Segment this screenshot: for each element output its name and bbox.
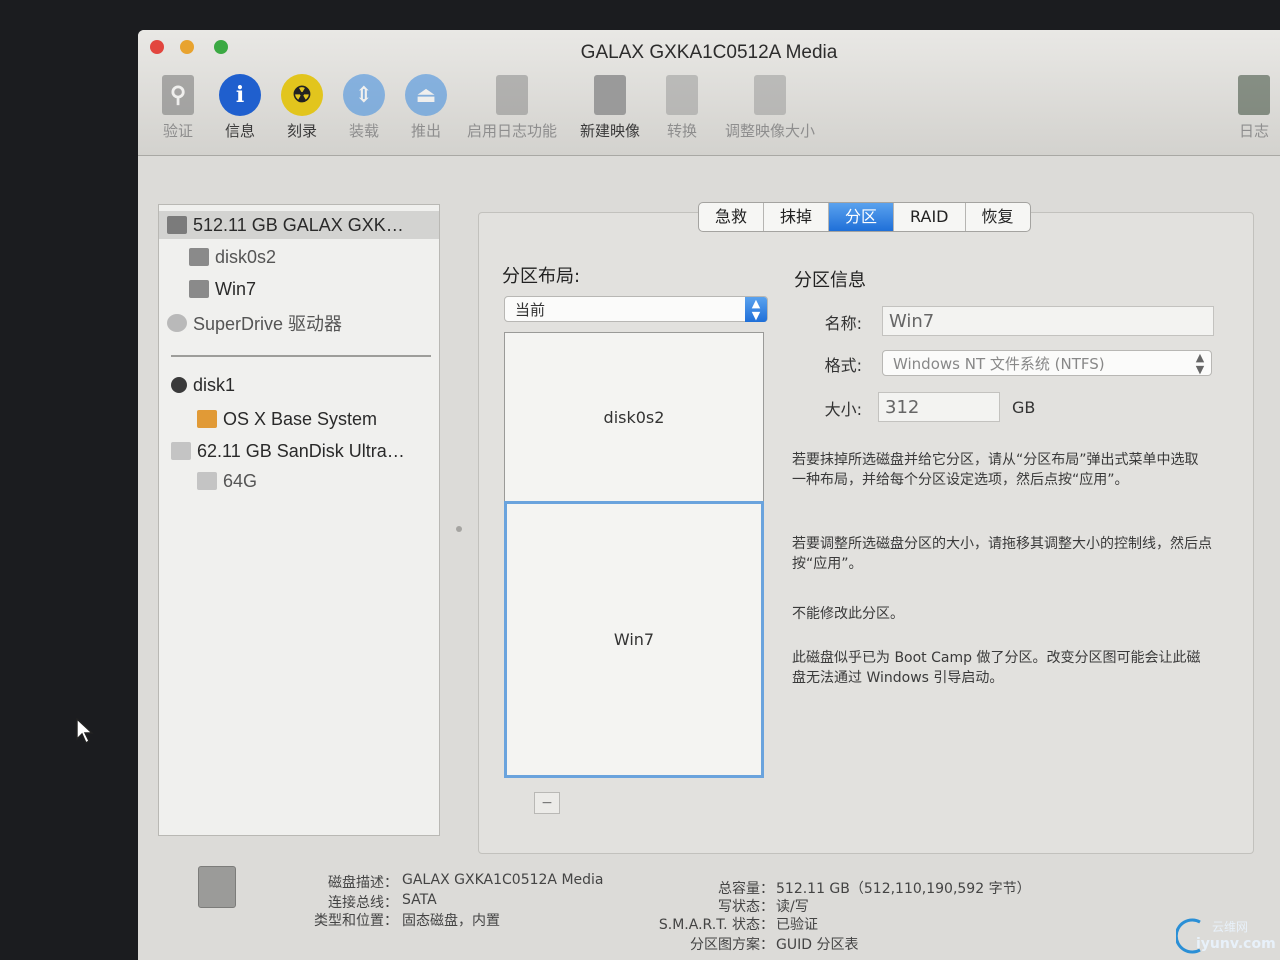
orange-volume-icon bbox=[197, 410, 217, 428]
usb-disk-icon bbox=[171, 442, 191, 460]
disk-sidebar[interactable]: 512.11 GB GALAX GXK… disk0s2 Win7 SuperD… bbox=[158, 204, 440, 836]
tab-bar: 急救 抹掉 分区 RAID 恢复 bbox=[698, 202, 1031, 232]
sidebar-item-sandisk[interactable]: 62.11 GB SanDisk Ultra… bbox=[171, 437, 405, 465]
write-status-label: 写状态： bbox=[718, 899, 774, 915]
watermark-line1: 云维网 bbox=[1212, 920, 1249, 934]
help-text-resize: 若要调整所选磁盘分区的大小，请拖移其调整大小的控制线，然后点按“应用”。 bbox=[792, 536, 1212, 572]
sidebar-item-os-x-base-system[interactable]: OS X Base System bbox=[197, 405, 377, 433]
partition-map[interactable]: disk0s2 Win7 bbox=[504, 332, 764, 778]
name-label: 名称: bbox=[824, 314, 862, 333]
sidebar-item-disk1[interactable]: disk1 bbox=[171, 371, 235, 399]
volume-icon bbox=[189, 248, 209, 266]
enable-journaling-icon-shape bbox=[496, 75, 528, 115]
sidebar-item-win7[interactable]: Win7 bbox=[189, 275, 256, 303]
capacity-label: 总容量： bbox=[718, 881, 774, 897]
tab-partition[interactable]: 分区 bbox=[829, 203, 895, 231]
format-select[interactable]: Windows NT 文件系统 (NTFS) ▲ ▼ bbox=[882, 350, 1212, 376]
size-label: 大小: bbox=[824, 400, 862, 419]
help-text-not-modifiable: 不能修改此分区。 bbox=[792, 606, 904, 622]
tab-restore[interactable]: 恢复 bbox=[966, 203, 1030, 231]
toolbar-label: 启用日志功能 bbox=[466, 122, 557, 140]
resize-image-icon bbox=[747, 72, 793, 118]
toolbar-label: 日志 bbox=[1238, 122, 1269, 140]
enable-journaling-icon bbox=[489, 72, 535, 118]
connection-bus-label: 连接总线： bbox=[328, 895, 398, 911]
partition-win7[interactable]: Win7 bbox=[504, 500, 764, 778]
toolbar-enable-journaling-button[interactable]: 启用日志功能 bbox=[462, 72, 562, 141]
toolbar-log-button[interactable]: 日志 bbox=[1204, 72, 1280, 141]
window-title: GALAX GXKA1C0512A Media bbox=[580, 42, 838, 63]
partition-scheme-label: 分区图方案： bbox=[690, 937, 774, 953]
help-text-erase: 若要抹掉所选磁盘并给它分区，请从“分区布局”弹出式菜单中选取一种布局，并给每个分… bbox=[792, 452, 1199, 488]
disk-footer-icon bbox=[198, 866, 236, 908]
disk-description-value: GALAX GXKA1C0512A Media bbox=[402, 872, 604, 888]
remove-partition-button[interactable]: − bbox=[534, 792, 560, 814]
type-location-label: 类型和位置： bbox=[314, 913, 398, 929]
sidebar-item-disk0s2[interactable]: disk0s2 bbox=[189, 243, 276, 271]
sidebar-item-galax-disk[interactable]: 512.11 GB GALAX GXK… bbox=[159, 211, 439, 239]
resize-image-icon-shape bbox=[754, 75, 786, 115]
log-icon-shape bbox=[1238, 75, 1270, 115]
size-field[interactable]: 312 bbox=[878, 392, 1000, 422]
convert-icon bbox=[659, 72, 705, 118]
toolbar-label: 调整映像大小 bbox=[724, 122, 815, 140]
mouse-cursor-icon bbox=[76, 718, 94, 744]
volume-icon bbox=[189, 280, 209, 298]
partition-disk0s2[interactable]: disk0s2 bbox=[505, 333, 763, 503]
format-label: 格式: bbox=[824, 356, 862, 375]
sidebar-item-superdrive[interactable]: SuperDrive 驱动器 bbox=[167, 309, 342, 337]
eject-icon: ⏏ bbox=[403, 72, 449, 118]
connection-bus-value: SATA bbox=[402, 892, 437, 908]
tab-raid[interactable]: RAID bbox=[894, 203, 966, 231]
internal-disk-icon bbox=[167, 216, 187, 234]
partition-layout-title: 分区布局: bbox=[502, 266, 581, 287]
watermark-line2: iyunv.com bbox=[1196, 936, 1276, 952]
sidebar-divider bbox=[171, 355, 431, 357]
new-image-icon bbox=[587, 72, 633, 118]
toolbar-label: 转换 bbox=[666, 122, 697, 140]
new-image-icon-shape bbox=[594, 75, 626, 115]
disk-description-label: 磁盘描述： bbox=[328, 875, 398, 891]
disk-image-icon bbox=[171, 377, 187, 393]
select-arrows-icon: ▲ ▼ bbox=[1195, 351, 1205, 376]
smart-status-value: 已验证 bbox=[776, 917, 818, 933]
toolbar-eject-button[interactable]: ⏏ 推出 bbox=[376, 72, 476, 141]
partition-scheme-value: GUID 分区表 bbox=[776, 937, 859, 953]
sidebar-item-64g[interactable]: 64G bbox=[197, 467, 257, 495]
capacity-value: 512.11 GB（512,110,190,592 字节） bbox=[776, 881, 1031, 897]
partition-layout-select[interactable]: 当前 ▲ ▼ bbox=[504, 296, 768, 322]
smart-status-label: S.M.A.R.T. 状态： bbox=[658, 917, 774, 933]
watermark: 云维网 iyunv.com bbox=[1176, 914, 1280, 960]
disk-utility-window: GALAX GXKA1C0512A Media ⚲ 验证 i 信息 ☢ 刻录 ⇕ 装载 ⏏ 推出启… bbox=[138, 30, 1280, 960]
write-status-value: 读/写 bbox=[776, 899, 809, 915]
tab-erase[interactable]: 抹掉 bbox=[764, 203, 830, 231]
toolbar-label: 推出 bbox=[410, 122, 441, 140]
toolbar-convert-button[interactable]: 转换 bbox=[632, 72, 732, 141]
title-toolbar: GALAX GXKA1C0512A Media ⚲ 验证 i 信息 ☢ 刻录 ⇕ 装载 ⏏ 推出启… bbox=[138, 30, 1280, 156]
partition-info-title: 分区信息 bbox=[794, 270, 866, 291]
toolbar-resize-image-button[interactable]: 调整映像大小 bbox=[720, 72, 820, 141]
convert-icon-shape bbox=[666, 75, 698, 115]
size-unit: GB bbox=[1012, 398, 1036, 417]
select-arrows-icon: ▲ ▼ bbox=[745, 297, 767, 322]
eject-icon-shape: ⏏ bbox=[405, 74, 447, 116]
log-icon bbox=[1231, 72, 1277, 118]
name-field[interactable]: Win7 bbox=[882, 306, 1214, 336]
optical-drive-icon bbox=[167, 314, 187, 332]
type-location-value: 固态磁盘，内置 bbox=[402, 913, 500, 929]
volume-icon bbox=[197, 472, 217, 490]
partition-resize-handle[interactable] bbox=[456, 526, 462, 532]
help-text-boot-camp: 此磁盘似乎已为 Boot Camp 做了分区。改变分区图可能会让此磁盘无法通过 … bbox=[792, 650, 1201, 686]
tab-first-aid[interactable]: 急救 bbox=[699, 203, 765, 231]
